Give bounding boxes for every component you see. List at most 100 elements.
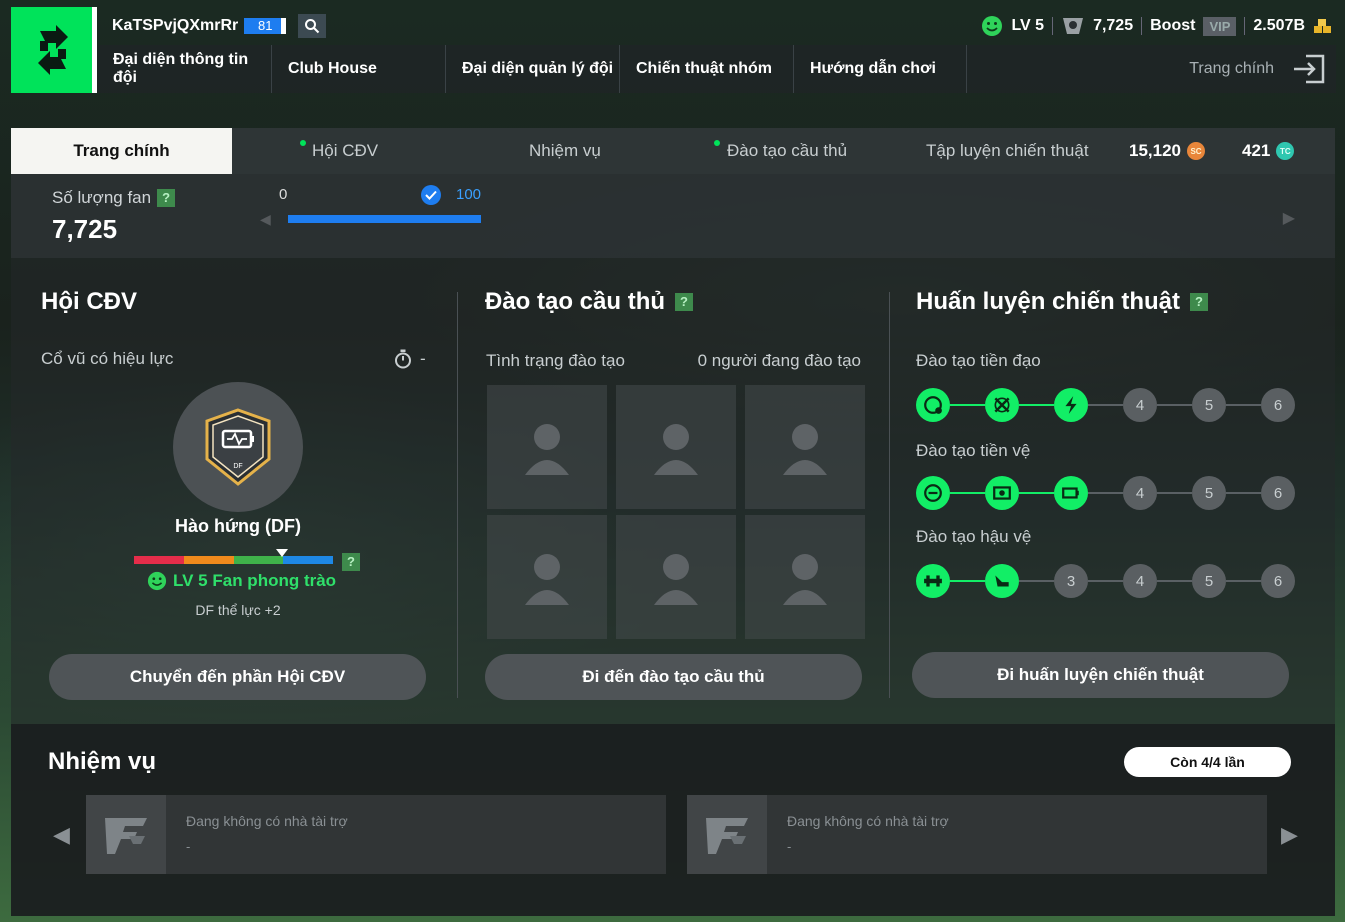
tab-home[interactable]: Trang chính: [11, 128, 232, 174]
track-connector: [1157, 404, 1192, 406]
search-button[interactable]: [298, 14, 327, 38]
tactics-node-unlocked[interactable]: [916, 476, 950, 510]
track-connector: [1226, 492, 1261, 494]
tactics-node-locked[interactable]: 6: [1261, 564, 1295, 598]
track-connector: [1088, 404, 1123, 406]
tactics-node-unlocked[interactable]: [985, 476, 1019, 510]
tactics-node-unlocked[interactable]: [985, 388, 1019, 422]
track-connector: [1019, 580, 1054, 582]
training-slot[interactable]: [745, 385, 865, 509]
fan-level-text: LV 5 Fan phong trào: [173, 571, 337, 590]
help-icon[interactable]: ?: [342, 553, 360, 571]
sponsor-detail: -: [787, 839, 792, 854]
tc-amount: 421: [1242, 141, 1271, 160]
tactics-node-unlocked[interactable]: [1054, 388, 1088, 422]
fan-count-value: 7,725: [52, 214, 118, 244]
nav-home[interactable]: Trang chính: [1189, 45, 1274, 93]
nav-guide[interactable]: Hướng dẫn chơi: [794, 45, 967, 93]
fan-count-strip: Số lượng fan ? 7,725 ◀ 0 100 ▶: [11, 174, 1335, 258]
track-connector: [950, 492, 985, 494]
track-connector: [1226, 580, 1261, 582]
player-silhouette-icon: [783, 554, 827, 605]
tactics-node-locked[interactable]: 3: [1054, 564, 1088, 598]
missions-prev-icon[interactable]: ◀: [53, 822, 70, 848]
training-slot[interactable]: [487, 515, 607, 639]
battery-shield-icon: DF: [205, 408, 271, 486]
nav-team-management[interactable]: Đại diện quản lý đội: [446, 45, 620, 93]
training-slot[interactable]: [616, 385, 736, 509]
sponsor-card[interactable]: Đang không có nhà tài trợ -: [687, 795, 1267, 874]
go-training-button[interactable]: Đi đến đào tạo cầu thủ: [485, 654, 862, 700]
vip-badge[interactable]: VIP: [1203, 16, 1237, 36]
help-icon[interactable]: ?: [1190, 293, 1209, 311]
stopwatch-icon: [395, 349, 411, 369]
track-connector: [1157, 492, 1192, 494]
tactics-node-locked[interactable]: 4: [1123, 564, 1157, 598]
smiley-icon: [147, 571, 167, 591]
go-supporters-button[interactable]: Chuyển đến phần Hội CĐV: [49, 654, 426, 700]
training-slot[interactable]: [487, 385, 607, 509]
effect-timer: -: [394, 349, 426, 369]
missions-title: Nhiệm vụ: [48, 748, 157, 775]
training-skill-icon: [1062, 487, 1079, 499]
sponsor-card[interactable]: Đang không có nhà tài trợ -: [86, 795, 666, 874]
tactics-node-unlocked[interactable]: [916, 388, 950, 422]
effect-label: Cổ vũ có hiệu lực: [41, 349, 174, 368]
tactics-node-unlocked[interactable]: [985, 564, 1019, 598]
player-silhouette-icon: [654, 554, 698, 605]
tab-supporters[interactable]: Hội CĐV: [312, 128, 378, 174]
tactics-node-unlocked[interactable]: [1054, 476, 1088, 510]
tactics-row-label: Đào tạo tiền vệ: [916, 441, 1031, 460]
tactics-node-locked[interactable]: 4: [1123, 476, 1157, 510]
help-icon[interactable]: ?: [675, 293, 694, 311]
tactics-track: 4 5 6: [916, 476, 1296, 510]
fan-level-colorbar: [134, 556, 333, 564]
tactics-node-locked[interactable]: 5: [1192, 476, 1226, 510]
tactics-title: Huấn luyện chiến thuật ?: [916, 288, 1209, 316]
search-icon: [305, 19, 320, 34]
missions-remaining[interactable]: Còn 4/4 lần: [1124, 747, 1291, 777]
go-tactics-button[interactable]: Đi huấn luyện chiến thuật: [912, 652, 1289, 698]
tactics-node-unlocked[interactable]: [916, 564, 950, 598]
column-divider: [457, 292, 458, 698]
tab-missions[interactable]: Nhiệm vụ: [529, 128, 601, 174]
training-slot[interactable]: [745, 515, 865, 639]
sc-coin-icon: SC: [1187, 142, 1205, 160]
separator: [1244, 17, 1246, 35]
help-icon[interactable]: ?: [157, 189, 176, 207]
notification-dot: [300, 140, 306, 146]
fan-count-label: Số lượng fan ?: [52, 188, 176, 208]
scroll-right-icon[interactable]: ▶: [1283, 208, 1295, 228]
cheer-badge[interactable]: DF: [173, 382, 303, 512]
user-level-badge: 81: [244, 18, 287, 34]
missions-next-icon[interactable]: ▶: [1281, 822, 1298, 848]
fc-logo-icon: [687, 795, 767, 874]
tactics-node-locked[interactable]: 6: [1261, 388, 1295, 422]
tab-player-training[interactable]: Đào tạo cầu thủ: [727, 128, 847, 174]
main-panels: Hội CĐV Cổ vũ có hiệu lực - DF Hào hứng …: [11, 258, 1335, 724]
training-skill-icon: [924, 575, 942, 587]
tab-tactical-training[interactable]: Tập luyện chiến thuật: [926, 128, 1089, 174]
header-stats: LV 5 7,725 Boost VIP 2.507B: [981, 13, 1333, 39]
tactics-node-locked[interactable]: 6: [1261, 476, 1295, 510]
club-subtabs: Trang chính Hội CĐV Nhiệm vụ Đào tạo cầu…: [11, 128, 1335, 174]
track-connector: [950, 404, 985, 406]
fc-online-logo[interactable]: [11, 7, 95, 93]
nav-team-tactics[interactable]: Chiến thuật nhóm: [620, 45, 794, 93]
track-connector: [1157, 580, 1192, 582]
sponsor-status: Đang không có nhà tài trợ: [186, 813, 348, 829]
tactics-node-locked[interactable]: 5: [1192, 388, 1226, 422]
nav-team-info[interactable]: Đại diện thông tin đội: [97, 45, 272, 93]
exit-button[interactable]: [1292, 53, 1326, 85]
effect-time: -: [420, 349, 426, 368]
top-bar: KaTSPvjQXmrRr 81 LV 5 7,725 Boost VIP 2.…: [0, 0, 1345, 95]
nav-club-house[interactable]: Club House: [272, 45, 446, 93]
scroll-left-icon[interactable]: ◀: [260, 211, 271, 228]
training-slot[interactable]: [616, 515, 736, 639]
fan-count-text: Số lượng fan: [52, 188, 152, 207]
swap-arrows-icon: [38, 25, 68, 75]
sponsor-detail: -: [186, 839, 191, 854]
progress-max: 100: [456, 186, 482, 203]
tactics-node-locked[interactable]: 5: [1192, 564, 1226, 598]
tactics-node-locked[interactable]: 4: [1123, 388, 1157, 422]
